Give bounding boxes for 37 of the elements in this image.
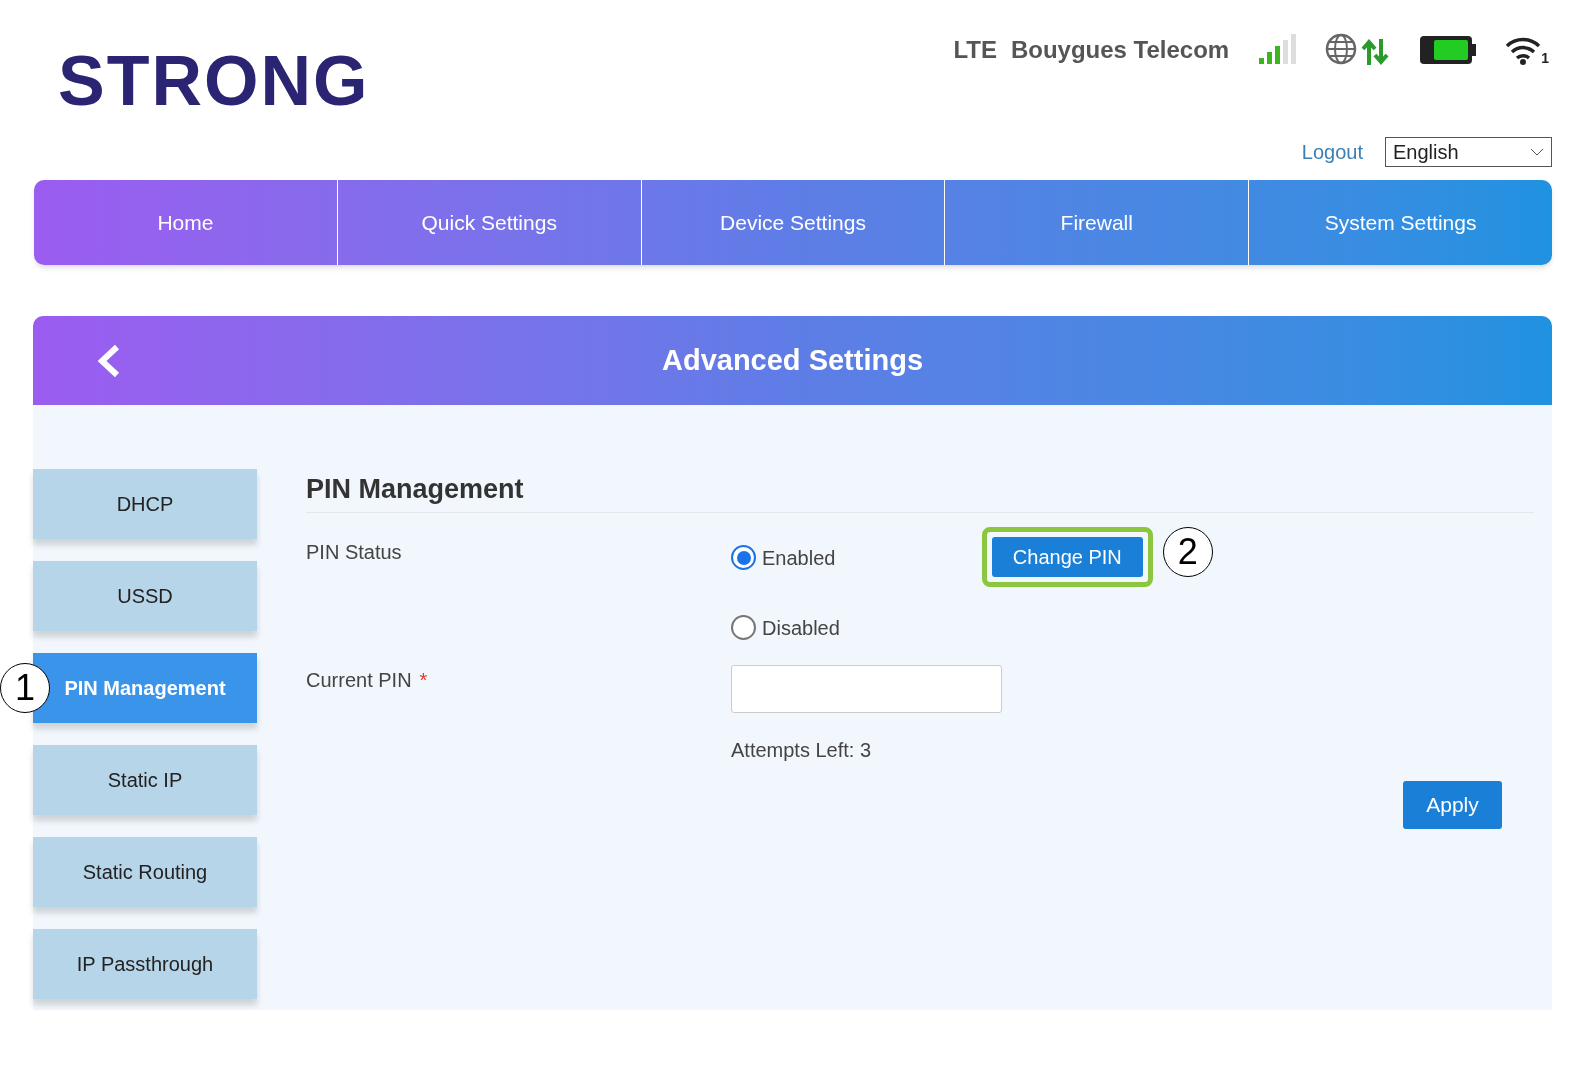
brand-logo: STRONG <box>58 46 370 122</box>
sidebar-item[interactable]: DHCP <box>33 469 257 539</box>
sidebar-item[interactable]: Static IP <box>33 745 257 815</box>
change-pin-button[interactable]: Change PIN <box>991 536 1143 577</box>
panel-title: Advanced Settings <box>661 342 924 378</box>
wifi-icon <box>1505 35 1542 65</box>
attempts-left-text: Attempts Left: 3 <box>731 737 873 763</box>
sidebar-item[interactable]: USSD <box>33 561 257 631</box>
callout-marker: 2 <box>1162 526 1213 577</box>
field-label: Current PIN <box>306 667 412 693</box>
carrier-name: Bouygues Telecom <box>1010 35 1230 65</box>
back-chevron-icon[interactable] <box>95 344 121 378</box>
callout-marker: 1 <box>0 663 50 713</box>
sidebar-item[interactable]: IP Passthrough <box>33 929 257 999</box>
network-type: LTE <box>953 35 997 65</box>
nav-tab[interactable]: Home <box>34 180 337 265</box>
sidebar-item[interactable]: PIN Management <box>33 653 257 723</box>
nav-tab[interactable]: Quick Settings <box>336 180 641 265</box>
signal-icon <box>1257 34 1298 66</box>
nav-tab[interactable]: Firewall <box>944 180 1249 265</box>
pin-input-field[interactable] <box>731 664 1002 713</box>
apply-button[interactable]: Apply <box>1403 780 1502 829</box>
chevron-down-icon <box>1530 148 1544 156</box>
radio-button[interactable] <box>731 545 756 570</box>
required-mark: * <box>419 667 428 693</box>
wifi-client-count: 1 <box>1541 51 1549 65</box>
nav-tab[interactable]: Device Settings <box>640 180 945 265</box>
sidebar-item[interactable]: Static Routing <box>33 837 257 907</box>
language-select[interactable]: English <box>1385 137 1552 167</box>
radio-label: Disabled <box>762 615 840 641</box>
radio-label: Enabled <box>762 545 836 571</box>
battery-icon <box>1419 34 1478 66</box>
nav-tab[interactable]: System Settings <box>1248 180 1552 265</box>
logout-link[interactable]: Logout <box>1301 137 1363 167</box>
field-label: PIN Status <box>306 539 403 565</box>
radio-button[interactable] <box>731 615 756 640</box>
section-title: PIN Management <box>306 469 1534 513</box>
